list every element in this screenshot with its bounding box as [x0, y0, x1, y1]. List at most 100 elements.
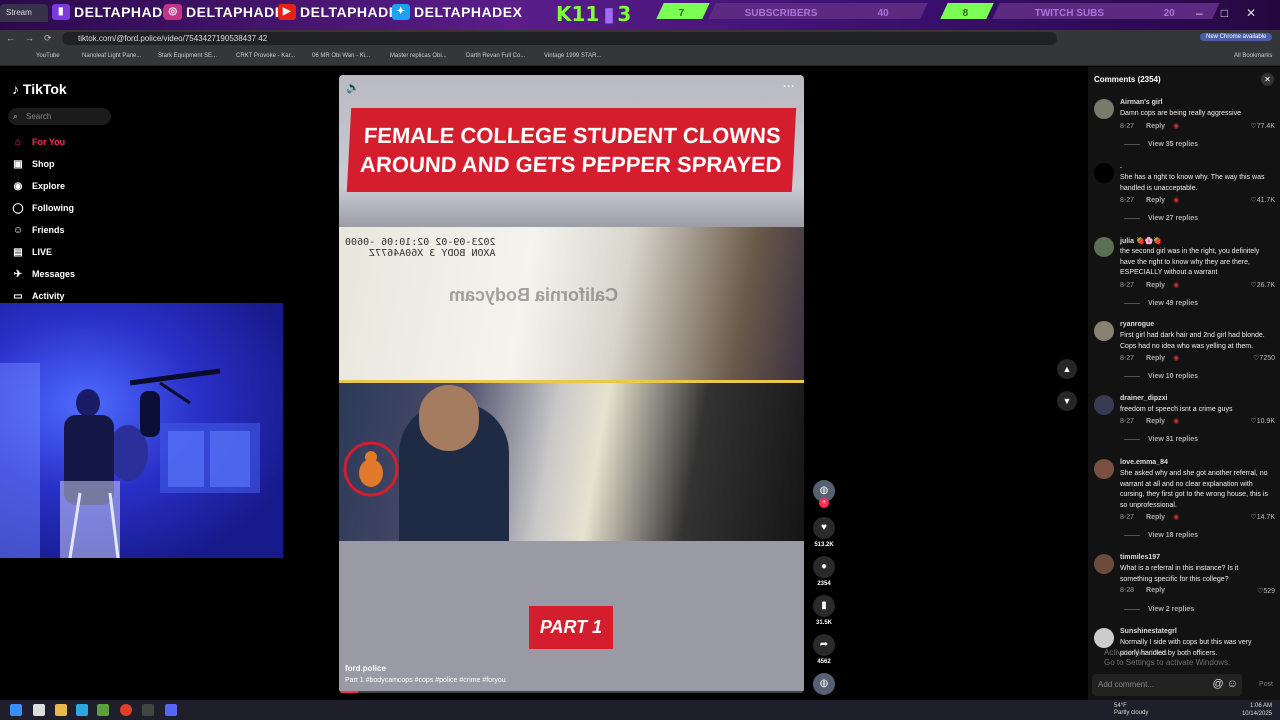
reaction-icon[interactable]: ◉: [1173, 355, 1179, 362]
comment-like-button[interactable]: ♡26.7K: [1250, 281, 1275, 289]
reply-button[interactable]: Reply: [1146, 418, 1165, 425]
view-replies-button[interactable]: View 31 replies: [1124, 436, 1198, 443]
sidebar-item-label: Shop: [32, 159, 55, 169]
reaction-icon[interactable]: ◉: [1173, 514, 1179, 521]
bookmark-item[interactable]: YouTube: [36, 53, 60, 59]
sidebar-item-messages[interactable]: ✈ Messages: [12, 266, 75, 282]
like-button[interactable]: ♥ 513.2K: [812, 517, 836, 548]
discord-icon[interactable]: [165, 704, 177, 716]
activity-icon: ▭: [13, 290, 23, 302]
view-replies-button[interactable]: View 18 replies: [1124, 532, 1198, 539]
sidebar-item-explore[interactable]: ◉ Explore: [12, 178, 65, 194]
reply-button[interactable]: Reply: [1146, 282, 1165, 289]
share-button[interactable]: ➦ 4562: [812, 634, 836, 665]
reaction-icon[interactable]: ◉: [1173, 418, 1179, 425]
nav-buttons[interactable]: ←→⟳: [6, 33, 62, 44]
comment-like-button[interactable]: ♡77.4K: [1250, 122, 1275, 130]
comment-like-button[interactable]: ♡14.7K: [1250, 513, 1275, 521]
sidebar-item-activity[interactable]: ▭ Activity: [12, 288, 64, 304]
comment-author[interactable]: love.emma_84: [1120, 459, 1168, 466]
comment-author[interactable]: Sunshinestategrl: [1120, 628, 1177, 635]
avatar[interactable]: [1094, 237, 1114, 257]
sound-disc[interactable]: ◍: [812, 673, 836, 695]
reply-button[interactable]: Reply: [1146, 355, 1165, 362]
view-replies-button[interactable]: View 27 replies: [1124, 215, 1198, 222]
avatar[interactable]: [1094, 459, 1114, 479]
reply-button[interactable]: Reply: [1146, 123, 1165, 130]
steam-icon[interactable]: [76, 704, 88, 716]
next-video-button[interactable]: ▼: [1057, 391, 1077, 411]
bookmark-item[interactable]: CRKT Provoke - Kar...: [236, 53, 295, 59]
system-clock[interactable]: 1:06 AM 10/14/2025: [1242, 702, 1272, 718]
file-explorer-icon[interactable]: [55, 704, 67, 716]
comment-author[interactable]: Airman's girl: [1120, 99, 1163, 106]
volume-icon[interactable]: 🔈: [346, 81, 360, 94]
view-replies-button[interactable]: View 35 replies: [1124, 141, 1198, 148]
close-icon[interactable]: ✕: [1261, 73, 1274, 86]
obs-icon[interactable]: [142, 704, 154, 716]
avatar[interactable]: [1094, 628, 1114, 648]
bookmarks-bar: YouTube Nanoleaf Light Pane... Stark Equ…: [0, 47, 1280, 66]
task-view-icon[interactable]: [33, 704, 45, 716]
bookmark-item[interactable]: Darth Revan Full Co...: [466, 53, 525, 59]
comment-like-button[interactable]: ♡529: [1257, 587, 1275, 595]
comment-author[interactable]: drainer_dipzxi: [1120, 395, 1167, 402]
avatar[interactable]: [1094, 163, 1114, 183]
creator-avatar[interactable]: ◍ +: [812, 480, 836, 508]
url-field[interactable]: tiktok.com/@ford.police/video/7543427190…: [62, 32, 1057, 45]
previous-video-button[interactable]: ▲: [1057, 359, 1077, 379]
reaction-icon[interactable]: ◉: [1173, 197, 1179, 204]
video-player[interactable]: 🔈 ··· FEMALE COLLEGE STUDENT CLOWNS AROU…: [339, 75, 804, 693]
bookmark-item[interactable]: Stark Equipment SE...: [158, 53, 217, 59]
avatar[interactable]: [1094, 99, 1114, 119]
sidebar-item-shop[interactable]: ▣ Shop: [12, 156, 55, 172]
reply-button[interactable]: Reply: [1146, 514, 1165, 521]
comment-author[interactable]: ryanrogue: [1120, 321, 1154, 328]
video-username[interactable]: ford.police: [345, 664, 386, 673]
avatar[interactable]: [1094, 321, 1114, 341]
windows-start-icon[interactable]: [10, 704, 22, 716]
avatar[interactable]: [1094, 554, 1114, 574]
officer-head: [419, 385, 479, 451]
twitter-icon: ✦: [392, 4, 410, 20]
bookmark-item[interactable]: 06 MR Obi Wan - Ki...: [312, 53, 370, 59]
save-button[interactable]: ▮ 31.5K: [812, 595, 836, 626]
sidebar-item-for-you[interactable]: ⌂ For You: [12, 134, 65, 150]
comment-like-button[interactable]: ♡7250: [1253, 354, 1275, 362]
view-replies-button[interactable]: View 2 replies: [1124, 606, 1194, 613]
video-progress-bar[interactable]: [339, 691, 804, 693]
more-options-icon[interactable]: ···: [783, 79, 795, 93]
bookmark-item[interactable]: Master replicas Obi...: [390, 53, 447, 59]
comment-input[interactable]: Add comment... @ ☺: [1092, 674, 1242, 696]
comment-button[interactable]: ● 2354: [812, 556, 836, 587]
sidebar-item-following[interactable]: ◯ Following: [12, 200, 74, 216]
avatar[interactable]: [1094, 395, 1114, 415]
browser-tab[interactable]: Stream: [0, 4, 48, 22]
comment-author[interactable]: julia 🍓🌸🍓: [1120, 237, 1162, 245]
minecraft-icon[interactable]: [97, 704, 109, 716]
comment-like-button[interactable]: ♡41.7K: [1250, 196, 1275, 204]
sidebar-item-live[interactable]: ▤ LIVE: [12, 244, 52, 260]
bookmark-item[interactable]: Vintage 1999 STAR...: [544, 53, 601, 59]
view-replies-button[interactable]: View 10 replies: [1124, 373, 1198, 380]
view-replies-button[interactable]: View 49 replies: [1124, 300, 1198, 307]
reply-button[interactable]: Reply: [1146, 587, 1165, 594]
all-bookmarks[interactable]: All Bookmarks: [1234, 53, 1272, 59]
chrome-update-badge[interactable]: New Chrome available: [1200, 33, 1273, 41]
post-button[interactable]: Post: [1259, 681, 1273, 688]
comment-like-button[interactable]: ♡10.9K: [1250, 417, 1275, 425]
tiktok-logo[interactable]: ♪ TikTok: [12, 81, 67, 97]
reaction-icon[interactable]: ◉: [1173, 123, 1179, 130]
chrome-icon[interactable]: [120, 704, 132, 716]
weather-widget[interactable]: 54°F Partly cloudy: [1114, 703, 1148, 717]
search-input[interactable]: ⌕ Search: [8, 108, 111, 125]
reply-button[interactable]: Reply: [1146, 197, 1165, 204]
window-controls[interactable]: –□✕: [1196, 6, 1274, 20]
comment-author[interactable]: .: [1120, 163, 1122, 170]
reaction-icon[interactable]: ◉: [1173, 282, 1179, 289]
bookmark-item[interactable]: Nanoleaf Light Pane...: [82, 53, 141, 59]
mention-emoji-icons[interactable]: @ ☺: [1213, 678, 1238, 690]
comment-author[interactable]: timmiles197: [1120, 554, 1160, 561]
sidebar-item-friends[interactable]: ☺ Friends: [12, 222, 65, 238]
share-icon: ➦: [813, 634, 835, 656]
